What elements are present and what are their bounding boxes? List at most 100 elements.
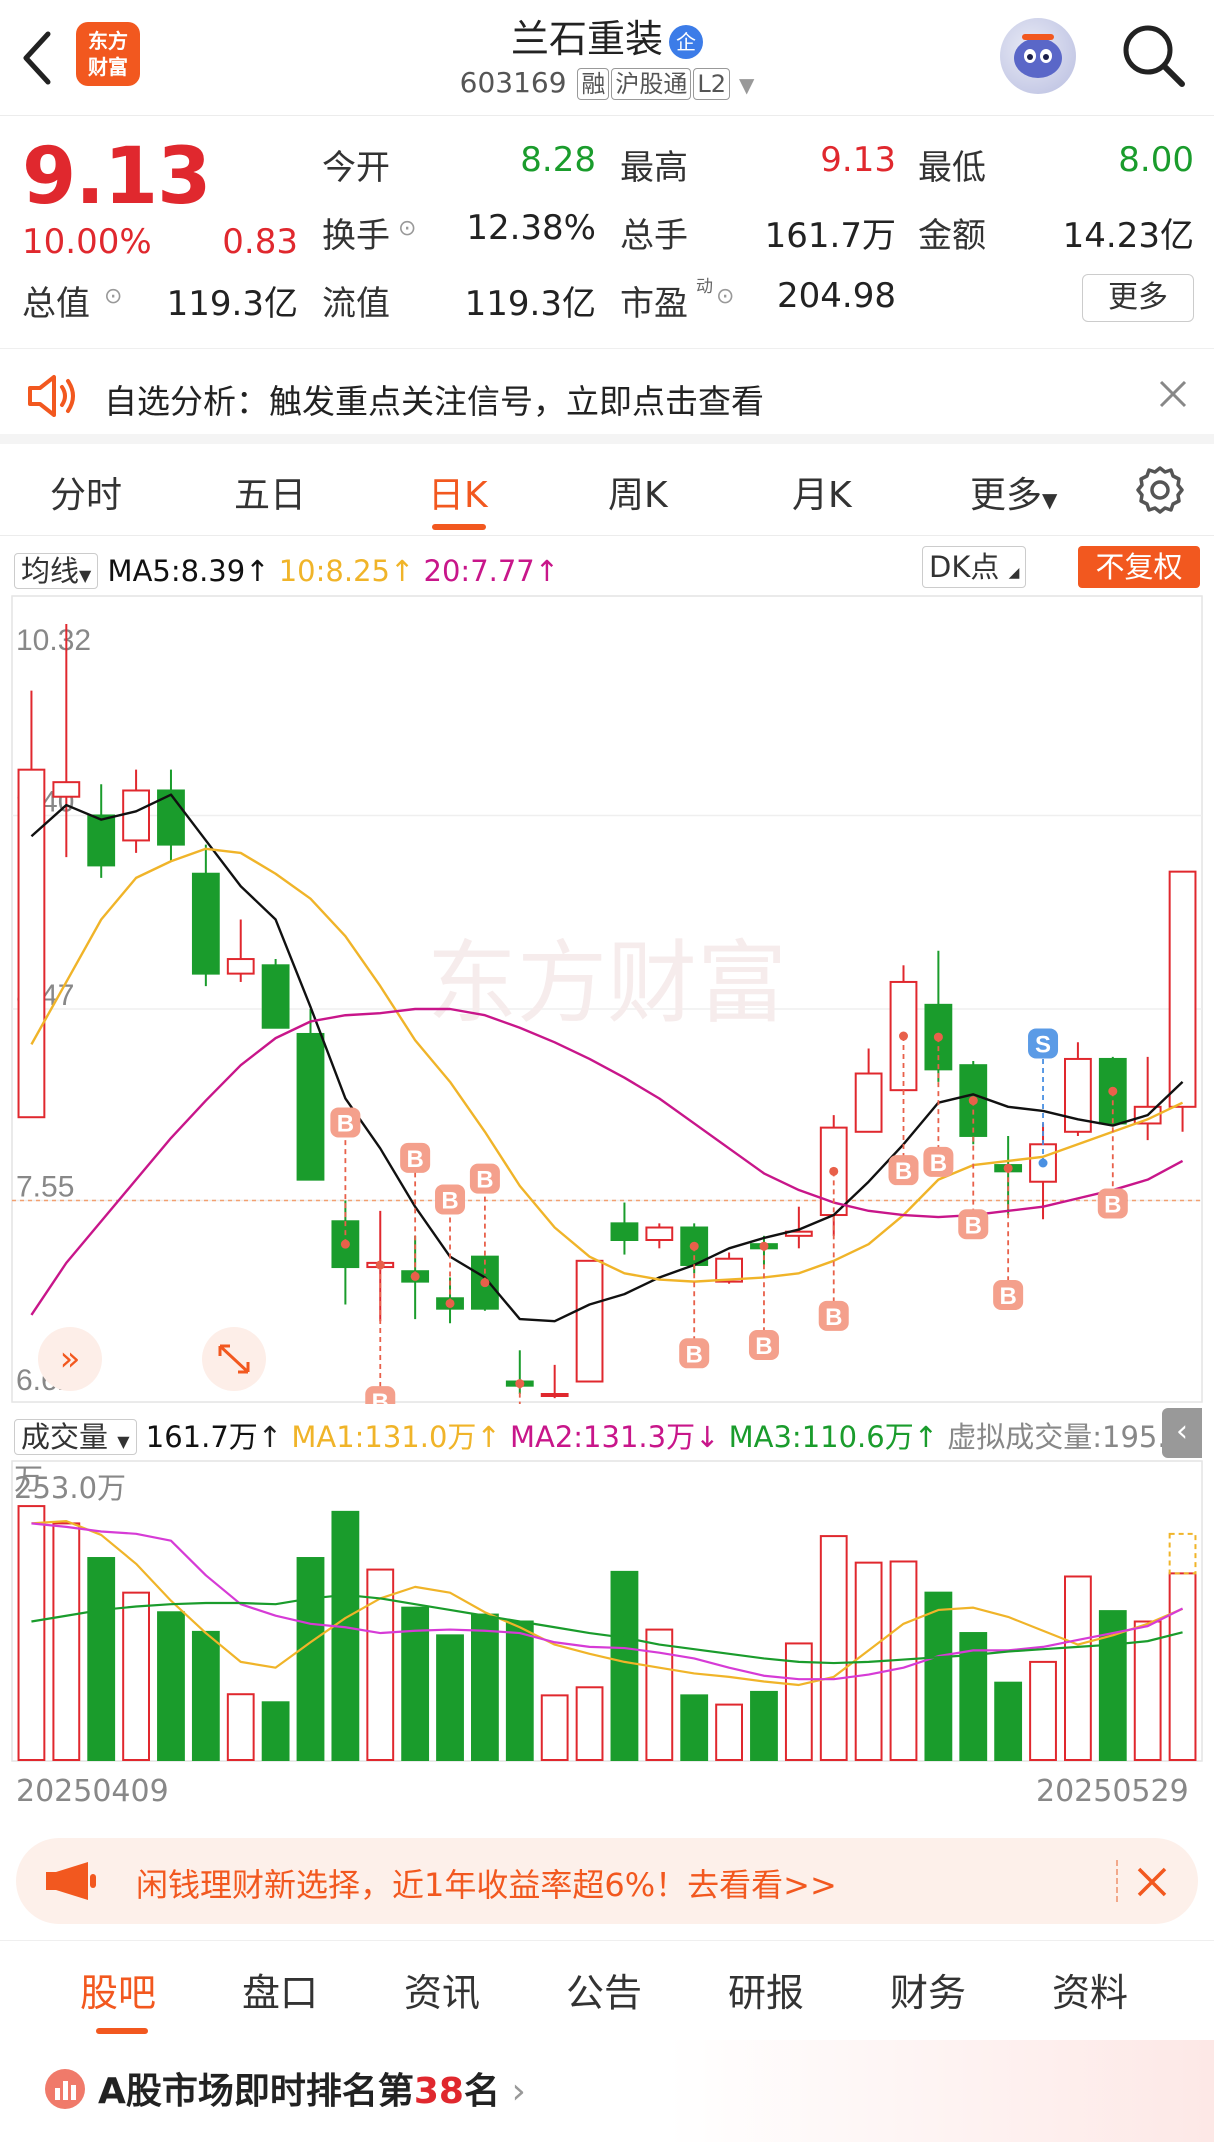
settings-gear-icon[interactable]: [1134, 464, 1186, 516]
volume-bar: [52, 1522, 81, 1761]
fullscreen-button[interactable]: [202, 1327, 266, 1391]
buy-signal-marker: B: [748, 1241, 779, 1360]
signal-label: B: [930, 1150, 947, 1177]
tab-order-book[interactable]: 盘口: [242, 1962, 318, 2017]
quote-label-open: 今开: [322, 148, 390, 188]
tab-monthly-k[interactable]: 月K: [792, 466, 852, 518]
rank-suffix: 名: [463, 2071, 500, 2112]
volume-bar: [261, 1701, 290, 1762]
chevron-left-icon: ‹: [1176, 1414, 1188, 1449]
signal-dot: [480, 1278, 490, 1288]
indicator-selector[interactable]: 均线▼: [14, 553, 99, 589]
ma5-up-arrow-icon: ↑: [245, 554, 270, 588]
candle-body: [226, 958, 255, 975]
period-tabs: 分时 五日 日K 周K 月K 更多▼: [0, 444, 1214, 536]
signal-dot: [689, 1241, 699, 1251]
candle: [1168, 870, 1197, 1132]
tab-profile[interactable]: 资料: [1052, 1962, 1128, 2017]
signal-label: B: [755, 1333, 772, 1360]
volume-frame: [11, 1460, 1203, 1762]
assistant-robot-icon[interactable]: [1000, 18, 1076, 94]
quote-label-low: 最低: [918, 148, 986, 188]
speaker-icon: [28, 375, 75, 417]
up-arrow-icon: ↑: [257, 1420, 283, 1454]
candle: [87, 784, 116, 878]
volume-bar: [157, 1611, 185, 1761]
kline-chart[interactable]: 东方财富 10.329.408.477.556.62 BBBBBBBBBBBBB…: [0, 594, 1214, 1404]
price-adjust-button[interactable]: 不复权: [1078, 546, 1200, 588]
tab-weekly-k[interactable]: 周K: [608, 466, 668, 518]
active-tab-underline: [432, 524, 486, 530]
signal-label: B: [999, 1283, 1016, 1310]
rank-prefix: A股市场即时排名第: [98, 2071, 414, 2112]
volume-bar: [436, 1634, 464, 1761]
caret-down-icon: ▼: [1042, 488, 1058, 512]
candle: [52, 624, 81, 858]
chevron-right-icon: ›: [500, 2071, 526, 2112]
quote-label-volume: 总手: [620, 216, 688, 256]
candle: [889, 965, 918, 1092]
enterprise-badge: 企: [669, 24, 703, 59]
candle: [784, 1206, 813, 1249]
level2-tag: L2: [693, 68, 731, 100]
volume-bar: [1029, 1660, 1057, 1761]
dropdown-triangle-icon[interactable]: ▼: [739, 73, 754, 97]
tab-news[interactable]: 资讯: [404, 1962, 480, 2017]
ma5-value: MA5:8.39: [107, 554, 246, 588]
dk-point-label: DK点: [929, 550, 1000, 584]
close-icon[interactable]: [1136, 1866, 1168, 1898]
market-rank-row[interactable]: A股市场即时排名第38名 ›: [0, 2040, 1214, 2142]
close-icon[interactable]: [1158, 379, 1188, 409]
tab-forum[interactable]: 股吧: [80, 1962, 156, 2017]
candle: [540, 1364, 569, 1399]
candle: [575, 1259, 604, 1383]
tab-five-day[interactable]: 五日: [234, 466, 306, 518]
stock-name: 兰石重装: [510, 17, 663, 61]
volume-bar: [645, 1628, 674, 1761]
volume-indicator-selector[interactable]: 成交量 ▼: [14, 1419, 137, 1455]
vol-ma1-value: MA1:131.0万: [291, 1420, 477, 1454]
quote-value-float-value: 119.3亿: [464, 284, 596, 324]
candle: [17, 690, 46, 1119]
candle: [994, 1135, 1023, 1216]
info-dots-icon[interactable]: ⊙: [716, 284, 734, 309]
tab-more[interactable]: 更多▼: [970, 466, 1057, 518]
expand-left-button[interactable]: »: [38, 1327, 102, 1391]
promo-text: 闲钱理财新选择，近1年收益率超6%！去看看>>: [136, 1866, 837, 1904]
y-axis-tick-label: 10.32: [16, 624, 91, 657]
signal-label: B: [895, 1158, 912, 1185]
quote-label-float-value: 流值: [322, 284, 390, 324]
tab-announcements[interactable]: 公告: [566, 1962, 642, 2017]
double-chevron-icon: »: [60, 1339, 81, 1379]
caret-down-icon: ▼: [117, 1432, 130, 1451]
collapse-panel-button[interactable]: ‹: [1162, 1408, 1202, 1458]
quote-value-pe: 204.98: [777, 276, 896, 316]
signal-dot: [759, 1241, 769, 1251]
quote-value-low: 8.00: [1118, 140, 1194, 180]
signal-label: B: [406, 1146, 423, 1173]
quote-label-turnover: 换手: [322, 216, 390, 256]
signal-label: B: [965, 1212, 982, 1239]
tab-more-label: 更多: [970, 475, 1043, 516]
analysis-notice-bar[interactable]: 自选分析：触发重点关注信号，立即点击查看: [0, 348, 1214, 444]
volume-bar: [924, 1591, 953, 1761]
more-quote-button[interactable]: 更多: [1082, 274, 1194, 322]
tab-daily-k[interactable]: 日K: [428, 466, 488, 518]
promo-banner[interactable]: 闲钱理财新选择，近1年收益率超6%！去看看>>: [16, 1838, 1198, 1924]
info-dots-icon[interactable]: ⊙: [398, 216, 416, 241]
tab-intraday[interactable]: 分时: [50, 466, 122, 518]
info-dots-icon[interactable]: ⊙: [104, 284, 122, 309]
quote-value-amount: 14.23亿: [1062, 216, 1194, 256]
volume-bar: [994, 1681, 1023, 1761]
volume-bar: [122, 1591, 150, 1761]
volume-bar: [819, 1535, 848, 1761]
tab-finance[interactable]: 财务: [890, 1962, 966, 2017]
tab-research[interactable]: 研报: [728, 1962, 804, 2017]
volume-bar: [540, 1694, 569, 1761]
search-icon[interactable]: [1118, 20, 1188, 90]
dk-point-selector[interactable]: DK点 ◢: [922, 546, 1027, 588]
candle-body: [17, 768, 46, 1119]
virtual-volume-bar: [1168, 1532, 1197, 1575]
banner-divider: [1116, 1860, 1118, 1902]
volume-bars: [17, 1505, 1197, 1762]
